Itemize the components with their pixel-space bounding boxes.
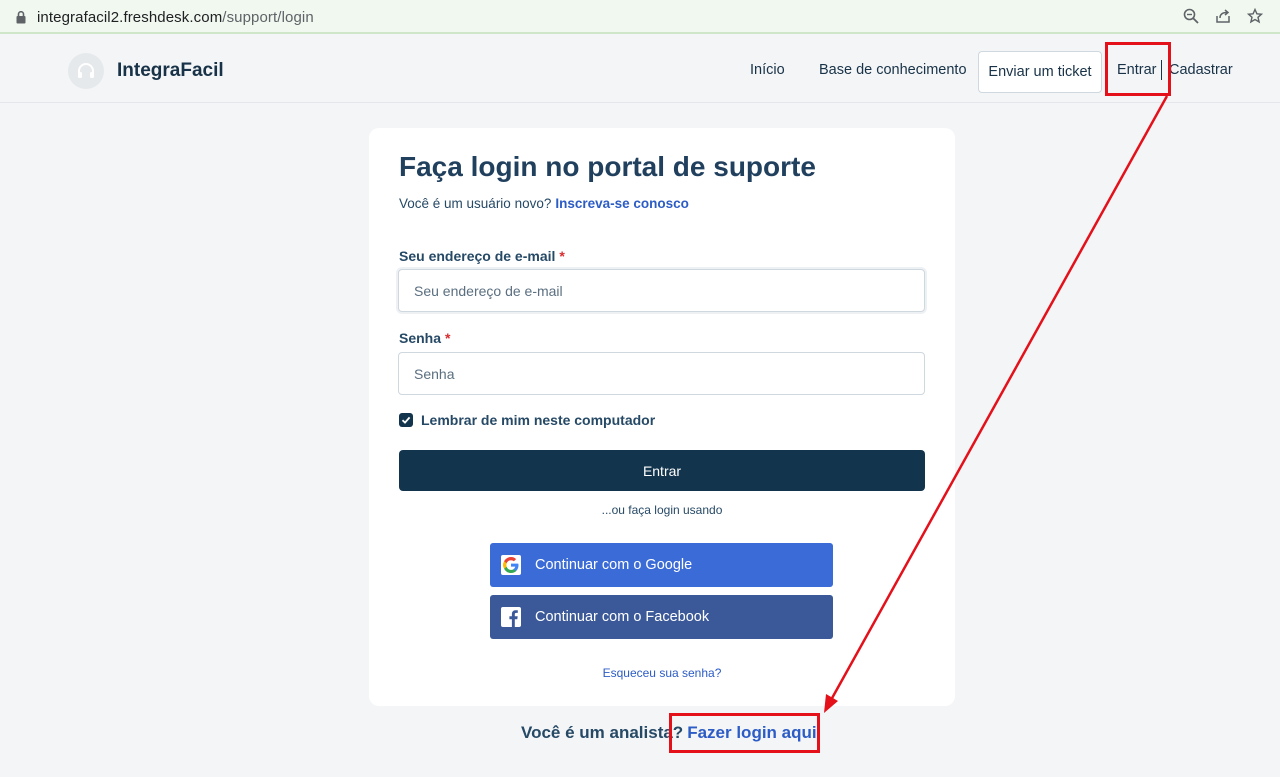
signup-link[interactable]: Inscreva-se conosco xyxy=(555,196,689,211)
signup-prompt: Você é um usuário novo? Inscreva-se conos… xyxy=(399,196,689,211)
annotation-highlight-entrar xyxy=(1105,42,1171,96)
required-mark: * xyxy=(445,330,451,346)
url-field[interactable]: integrafacil2.freshdesk.com/support/logi… xyxy=(6,3,1274,31)
google-login-label: Continuar com o Google xyxy=(535,557,693,573)
email-label: Seu endereço de e-mail * xyxy=(399,248,565,264)
remember-me[interactable]: Lembrar de mim neste computador xyxy=(399,412,655,428)
url-path: /support/login xyxy=(222,8,314,26)
forgot-password-link[interactable]: Esqueceu sua senha? xyxy=(369,666,955,680)
zoom-icon[interactable] xyxy=(1182,7,1200,25)
email-label-text: Seu endereço de e-mail xyxy=(399,248,556,264)
star-icon[interactable] xyxy=(1246,7,1264,25)
signup-prompt-text: Você é um usuário novo? xyxy=(399,196,552,211)
login-button[interactable]: Entrar xyxy=(399,450,925,491)
page-title: Faça login no portal de suporte xyxy=(399,151,816,182)
email-field[interactable] xyxy=(398,269,925,312)
facebook-login-label: Continuar com o Facebook xyxy=(535,609,710,625)
url-text: integrafacil2.freshdesk.com/support/logi… xyxy=(37,9,314,26)
lock-icon[interactable] xyxy=(14,10,28,24)
social-divider-text: ...ou faça login usando xyxy=(601,503,723,517)
nav-signup[interactable]: Cadastrar xyxy=(1169,62,1233,78)
agent-prompt-text: Você é um analista? xyxy=(521,723,684,742)
facebook-login-button[interactable]: Continuar com o Facebook xyxy=(490,595,833,639)
password-label-text: Senha xyxy=(399,330,442,346)
share-icon[interactable] xyxy=(1214,7,1232,25)
login-card: Faça login no portal de suporte Você é u… xyxy=(369,128,955,706)
password-label: Senha * xyxy=(399,330,450,346)
browser-actions xyxy=(1182,7,1264,25)
facebook-icon xyxy=(501,607,521,627)
headset-logo-icon[interactable] xyxy=(68,53,104,89)
required-mark: * xyxy=(559,248,565,264)
annotation-highlight-fazer-login xyxy=(669,713,820,753)
url-host: integrafacil2.freshdesk.com xyxy=(37,8,223,26)
remember-checkbox[interactable] xyxy=(399,413,413,427)
password-field[interactable] xyxy=(398,352,925,395)
nav-inicio[interactable]: Início xyxy=(750,62,785,78)
remember-label: Lembrar de mim neste computador xyxy=(421,412,656,428)
browser-address-bar: integrafacil2.freshdesk.com/support/logi… xyxy=(0,0,1280,34)
google-login-button[interactable]: Continuar com o Google xyxy=(490,543,833,587)
brand-name[interactable]: IntegraFacil xyxy=(117,60,224,82)
portal-header: IntegraFacil Início Base de conhecimento… xyxy=(0,36,1280,103)
nav-knowledge-base[interactable]: Base de conhecimento xyxy=(819,62,967,78)
submit-ticket-button[interactable]: Enviar um ticket xyxy=(978,51,1102,93)
google-icon xyxy=(501,555,521,575)
